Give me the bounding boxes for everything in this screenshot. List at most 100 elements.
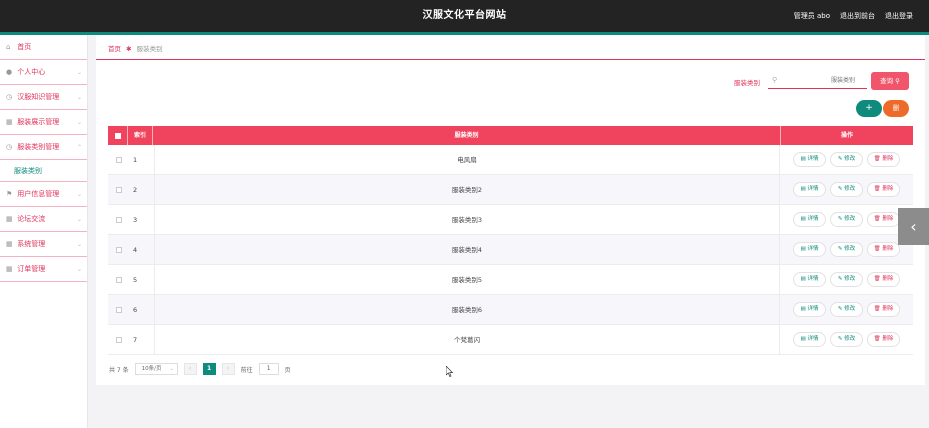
sidebar-item-label: 汉服知识管理 [17,93,60,101]
sidebar-item-personal[interactable]: ● 个人中心 ⌄ [0,60,87,85]
goto-label: 前往 [240,366,253,374]
chevron-down-icon: ⌄ [76,94,82,101]
edit-label: 修改 [844,216,856,222]
sidebar-item-orders[interactable]: ▦ 订单管理 ⌄ [0,257,87,282]
edit-label: 修改 [844,246,856,252]
row-checkbox[interactable] [116,247,122,253]
row-delete-button[interactable]: 🗑 删除 [867,332,900,347]
logout-link[interactable]: 退出登录 [885,0,913,32]
detail-label: 详情 [807,246,819,252]
row-checkbox-cell [116,265,122,295]
row-delete-button[interactable]: 🗑 删除 [867,152,900,167]
sidebar-item-clothing-category[interactable]: ◷ 服装类别管理 ⌃ [0,135,87,160]
row-checkbox-cell [116,295,122,325]
delete-button[interactable]: 删 [883,100,909,117]
query-button[interactable]: 查询 ⚲ [871,72,909,90]
side-collapse-tab[interactable]: ‹ [898,208,929,245]
row-checkbox-cell [116,235,122,265]
sidebar: ⌂ 首页 ● 个人中心 ⌄ ◷ 汉服知识管理 ⌄ ▦ 服装展示管理 ⌄ ◷ 服装… [0,35,88,428]
detail-button[interactable]: ▤ 详情 [793,272,826,287]
grid-icon: ▦ [6,240,13,248]
edit-button[interactable]: ✎ 修改 [830,182,863,197]
row-index: 2 [133,186,138,194]
detail-button[interactable]: ▤ 详情 [793,212,826,227]
page-size-select[interactable]: 10条/页 ⌄ [134,363,178,375]
breadcrumb: 首页 ✱ 服装类别 [108,43,163,53]
sidebar-item-label: 系统管理 [17,240,46,248]
detail-button[interactable]: ▤ 详情 [793,332,826,347]
row-ops: ▤ 详情 ✎ 修改 🗑 删除 [793,302,900,317]
next-page-button[interactable]: › [221,363,235,375]
edit-button[interactable]: ✎ 修改 [830,242,863,257]
row-checkbox[interactable] [116,157,122,163]
detail-label: 详情 [807,276,819,282]
grid-icon: ▦ [6,265,13,273]
sidebar-item-forum[interactable]: ▦ 论坛交流 ⌄ [0,207,87,232]
row-checkbox[interactable] [116,337,122,343]
sidebar-item-clothing-display[interactable]: ▦ 服装展示管理 ⌄ [0,110,87,135]
row-name: 服装类别6 [154,295,780,325]
edit-button[interactable]: ✎ 修改 [830,302,863,317]
chevron-down-icon: ⌄ [76,119,82,126]
sidebar-subitem-clothing-category[interactable]: 服装类别 [0,160,87,182]
chevron-up-icon: ⌃ [76,144,82,151]
grid-icon: ▦ [6,118,13,126]
goto-front-link[interactable]: 退出到前台 [840,0,875,32]
page-number-current[interactable]: 1 [202,363,216,375]
row-name: 个梵葛闪 [154,325,780,355]
edit-label: 修改 [844,156,856,162]
detail-button[interactable]: ▤ 详情 [793,152,826,167]
detail-label: 详情 [807,216,819,222]
row-checkbox[interactable] [116,277,122,283]
sidebar-item-home[interactable]: ⌂ 首页 [0,35,87,60]
page-size-value: 10条/页 [141,366,162,372]
edit-button[interactable]: ✎ 修改 [830,272,863,287]
prev-page-button[interactable]: ‹ [183,363,197,375]
add-button[interactable]: + [856,100,882,117]
row-checkbox[interactable] [116,187,122,193]
edit-button[interactable]: ✎ 修改 [830,152,863,167]
delete-label: 删除 [882,186,894,192]
row-index: 4 [133,246,138,254]
row-checkbox[interactable] [116,217,122,223]
detail-button[interactable]: ▤ 详情 [793,302,826,317]
detail-label: 详情 [807,156,819,162]
row-delete-button[interactable]: 🗑 删除 [867,272,900,287]
delete-label: 删除 [882,246,894,252]
row-delete-button[interactable]: 🗑 删除 [867,212,900,227]
grid-icon: ▦ [6,215,13,223]
row-checkbox-cell [116,145,122,175]
detail-button[interactable]: ▤ 详情 [793,242,826,257]
row-checkbox-cell [116,205,122,235]
detail-button[interactable]: ▤ 详情 [793,182,826,197]
table-row: 4 服装类别4 ▤ 详情 ✎ 修改 🗑 删除 [108,235,913,265]
row-delete-button[interactable]: 🗑 删除 [867,302,900,317]
row-delete-button[interactable]: 🗑 删除 [867,242,900,257]
sidebar-item-system[interactable]: ▦ 系统管理 ⌄ [0,232,87,257]
sidebar-item-label: 个人中心 [17,68,46,76]
row-index: 6 [133,306,138,314]
sidebar-item-user-info[interactable]: ⚑ 用户信息管理 ⌄ [0,182,87,207]
sidebar-item-label: 论坛交流 [17,215,46,223]
edit-button[interactable]: ✎ 修改 [830,332,863,347]
goto-page-input[interactable]: 1 [258,363,279,375]
breadcrumb-home[interactable]: 首页 [108,45,121,53]
clock-icon: ◷ [6,143,13,151]
row-ops: ▤ 详情 ✎ 修改 🗑 删除 [793,152,900,167]
delete-label: 删除 [882,276,894,282]
row-name: 服装类别4 [154,235,780,265]
search-input[interactable] [768,73,867,89]
sidebar-item-hanfu-knowledge[interactable]: ◷ 汉服知识管理 ⌄ [0,85,87,110]
select-all-checkbox[interactable] [114,132,121,139]
chevron-down-icon: ⌄ [76,266,82,273]
header-index: 索引 [128,126,153,145]
edit-button[interactable]: ✎ 修改 [830,212,863,227]
row-ops: ▤ 详情 ✎ 修改 🗑 删除 [793,212,900,227]
table-row: 3 服装类别3 ▤ 详情 ✎ 修改 🗑 删除 [108,205,913,235]
flag-icon: ⚑ [6,190,13,198]
breadcrumb-separator-icon: ✱ [126,45,132,53]
table-row: 5 服装类别5 ▤ 详情 ✎ 修改 🗑 删除 [108,265,913,295]
row-checkbox[interactable] [116,307,122,313]
row-delete-button[interactable]: 🗑 删除 [867,182,900,197]
row-index: 3 [133,216,138,224]
